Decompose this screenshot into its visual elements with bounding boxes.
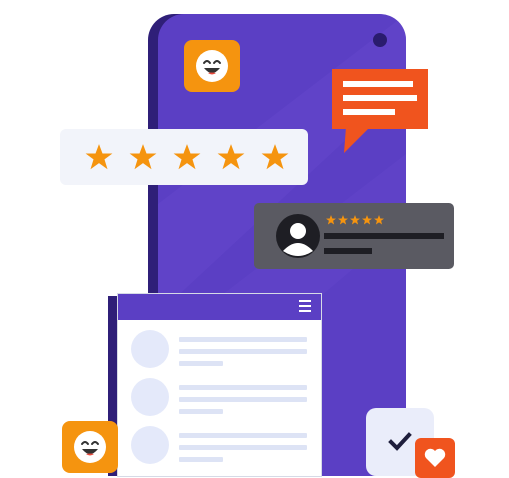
review-card [254,203,454,269]
heart-tile [415,438,455,478]
list-item-line [179,337,307,342]
list-item-avatar [131,330,169,368]
list-item-line [179,361,223,366]
review-text-line [324,233,444,239]
review-stars [326,215,384,225]
star-icon [129,144,157,170]
list-item-line [179,457,223,462]
list-item-line [179,397,307,402]
rating-card [60,129,308,185]
star-icon [85,144,113,170]
user-avatar-icon [276,214,320,258]
list-item-line [179,385,307,390]
list-window [117,293,322,477]
star-icon [173,144,201,170]
window-header [118,294,321,320]
smiley-tile-bottom [62,421,118,473]
heart-icon [424,448,446,467]
checkmark-icon [388,432,412,451]
list-item-avatar [131,426,169,464]
list-item-line [179,409,223,414]
phone-camera [373,33,387,47]
list-item-line [179,433,307,438]
list-item-line [179,445,307,450]
hamburger-menu-icon[interactable] [299,300,311,312]
chat-bubble-icon [332,69,428,153]
smiley-icon [196,50,228,82]
list-item-line [179,349,307,354]
smiley-tile-top [184,40,240,92]
star-icon [217,144,245,170]
smiley-icon [74,431,106,463]
star-icon [261,144,289,170]
list-item-avatar [131,378,169,416]
review-text-line [324,248,372,254]
